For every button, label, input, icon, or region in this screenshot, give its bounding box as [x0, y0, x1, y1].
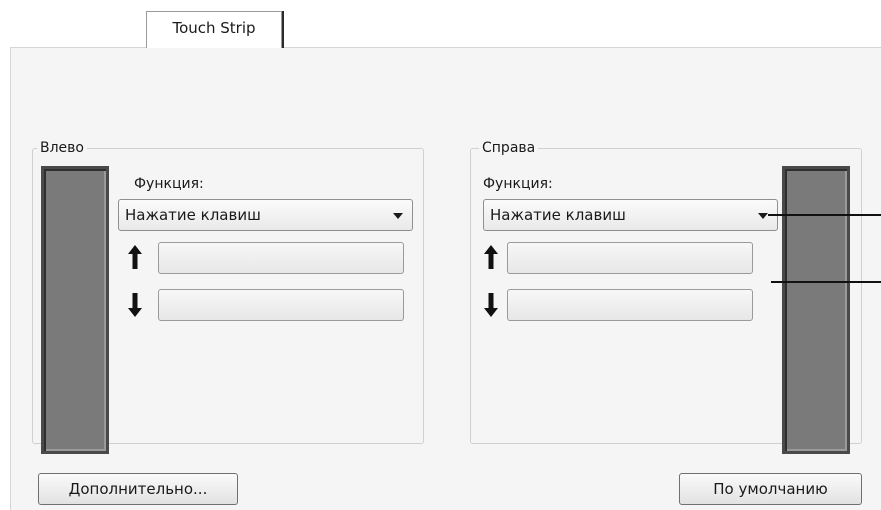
advanced-button[interactable]: Дополнительно... [38, 473, 238, 505]
right-up-key-field[interactable] [507, 242, 753, 274]
right-function-value: Нажатие клавиш [490, 206, 626, 224]
left-up-key-field[interactable] [158, 242, 404, 274]
left-function-label: Функция: [134, 176, 204, 192]
right-group-title: Справа [479, 139, 539, 157]
right-function-label: Функция: [483, 176, 553, 192]
tab-touch-strip[interactable]: Touch Strip [146, 11, 282, 48]
advanced-button-label: Дополнительно... [68, 480, 208, 498]
callout-line-fields [771, 281, 881, 283]
defaults-button-label: По умолчанию [713, 480, 828, 498]
left-group-title: Влево [37, 139, 87, 157]
defaults-button[interactable]: По умолчанию [679, 473, 862, 505]
chevron-down-icon [758, 213, 768, 219]
right-touch-strip [782, 166, 850, 454]
right-down-key-field[interactable] [507, 289, 753, 321]
left-function-value: Нажатие клавиш [125, 206, 261, 224]
arrow-down-icon [128, 293, 142, 317]
left-touch-strip [41, 166, 109, 454]
arrow-up-icon [128, 245, 142, 269]
arrow-down-icon [484, 293, 498, 317]
right-function-dropdown[interactable]: Нажатие клавиш [483, 199, 778, 231]
tab-label: Touch Strip [172, 19, 256, 37]
left-down-key-field[interactable] [158, 289, 404, 321]
arrow-up-icon [484, 245, 498, 269]
left-function-dropdown[interactable]: Нажатие клавиш [118, 199, 413, 231]
callout-line-dropdown [768, 214, 881, 216]
chevron-down-icon [393, 213, 403, 219]
